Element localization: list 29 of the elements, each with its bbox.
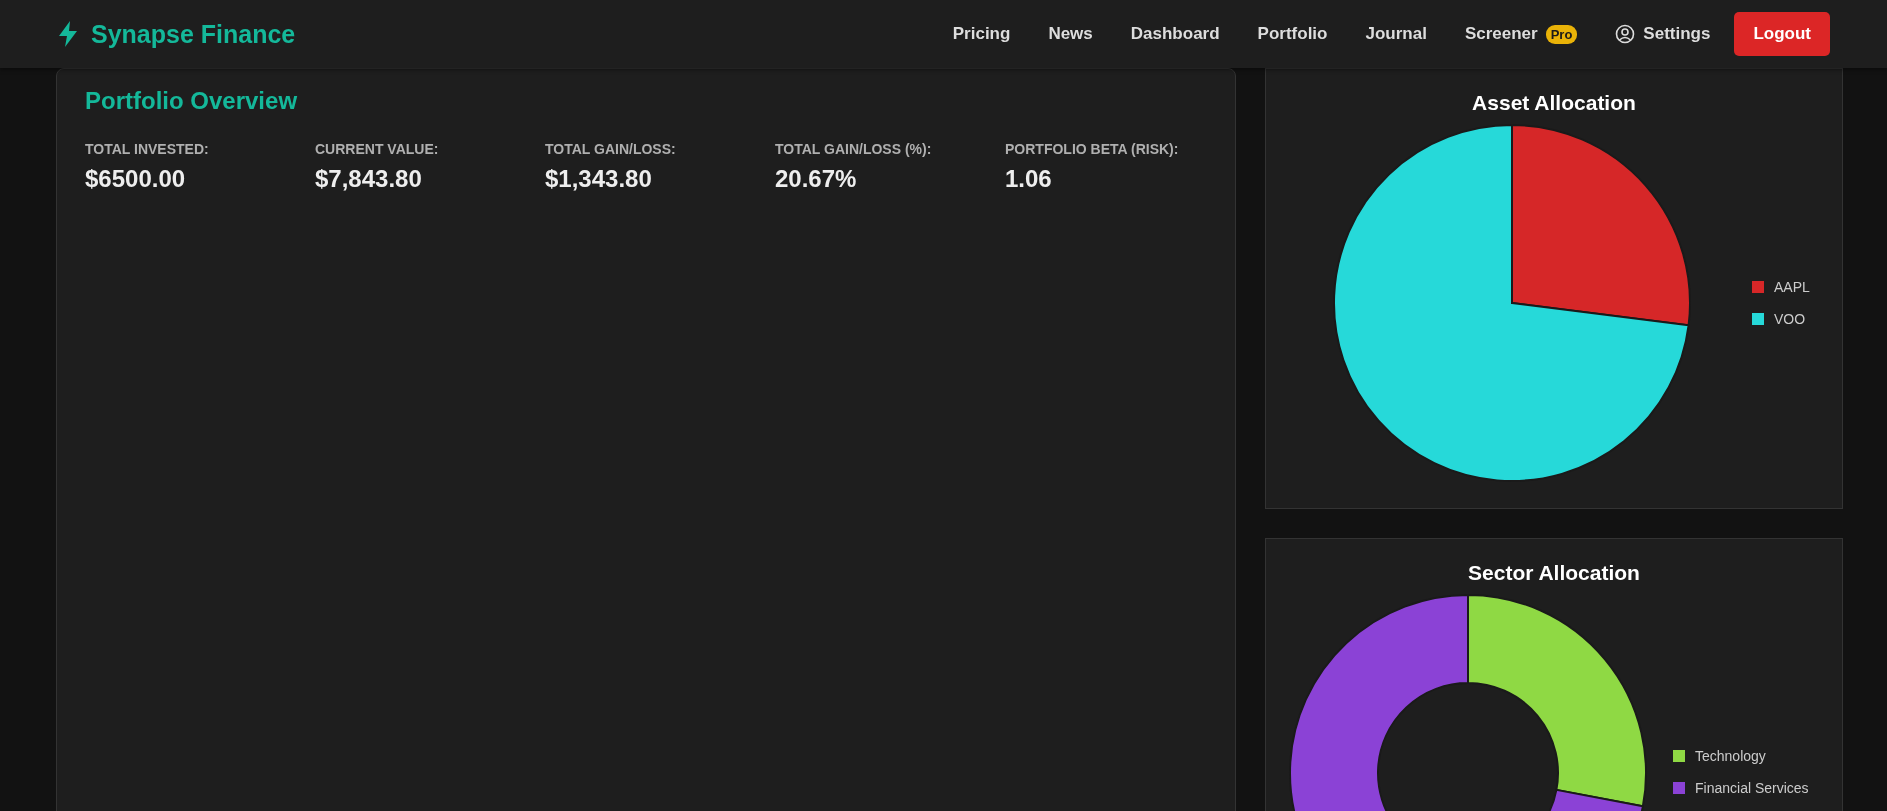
stat-label: TOTAL INVESTED: — [85, 141, 209, 157]
nav-link[interactable]: Settings — [1643, 24, 1711, 44]
card-title: Portfolio Overview — [85, 87, 299, 115]
nav-link[interactable]: Portfolio — [1257, 24, 1328, 44]
legend-label: AAPL — [1774, 279, 1810, 295]
logout-button[interactable]: Logout — [1734, 12, 1830, 56]
chart-title: Sector Allocation — [1468, 561, 1640, 585]
nav-link[interactable]: Dashboard — [1130, 24, 1220, 44]
legend-label: Technology — [1695, 748, 1766, 764]
brand-name: Synapse Finance — [91, 19, 296, 49]
legend-label: Financial Services — [1695, 780, 1809, 796]
stat-value: $1,343.80 — [545, 165, 652, 193]
nav-link[interactable]: News — [1048, 24, 1093, 44]
legend-label: VOO — [1774, 311, 1806, 327]
stat-label: TOTAL GAIN/LOSS (%): — [775, 141, 932, 157]
nav-link[interactable]: Screener — [1464, 24, 1538, 44]
nav-link[interactable]: Journal — [1365, 24, 1427, 44]
stat-value: 20.67% — [775, 165, 857, 193]
stat-label: PORTFOLIO BETA (RISK): — [1005, 141, 1179, 157]
stat-value: $6500.00 — [85, 165, 186, 193]
lightning-bolt-icon — [57, 20, 79, 48]
stat-label: CURRENT VALUE: — [315, 141, 439, 157]
stat-value: 1.06 — [1005, 165, 1052, 193]
stat-label: TOTAL GAIN/LOSS: — [545, 141, 676, 157]
chart-title: Asset Allocation — [1472, 91, 1636, 115]
user-icon — [1615, 24, 1636, 44]
pro-badge: Pro — [1545, 24, 1578, 44]
stat-value: $7,843.80 — [315, 165, 422, 193]
nav-link[interactable]: Pricing — [952, 24, 1011, 44]
